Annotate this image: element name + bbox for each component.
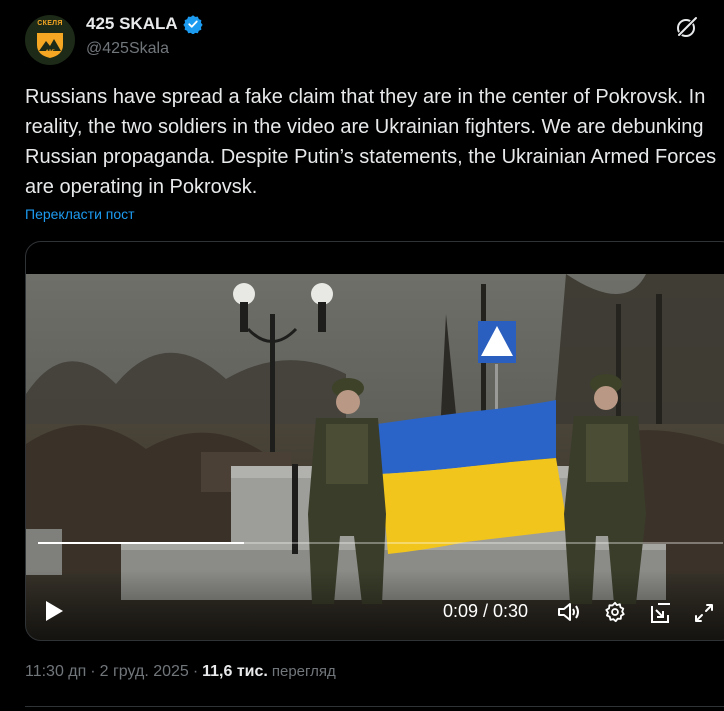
meta-separator: · xyxy=(192,663,199,680)
author-name-row: 425 SKALA xyxy=(86,14,203,34)
volume-button[interactable] xyxy=(557,601,581,628)
translate-post-link[interactable]: Перекласти пост xyxy=(25,206,135,222)
verified-badge-icon[interactable] xyxy=(182,14,203,34)
avatar-number: 425 xyxy=(45,50,56,56)
fullscreen-button[interactable] xyxy=(693,602,715,629)
video-progress-fill xyxy=(38,542,244,544)
video-player[interactable]: 0:09 / 0:30 xyxy=(25,241,724,641)
display-name[interactable]: 425 SKALA xyxy=(86,14,178,34)
gear-icon xyxy=(605,601,625,623)
pip-icon xyxy=(651,603,670,623)
play-icon xyxy=(46,601,63,621)
volume-icon xyxy=(558,603,579,621)
video-progress-bar[interactable] xyxy=(38,542,723,544)
tweet-date[interactable]: 2 груд. 2025 xyxy=(100,663,189,681)
tweet: СКЕЛЯ 425 425 SKALA @425Skala Russians h… xyxy=(0,0,724,711)
avatar-text: СКЕЛЯ xyxy=(37,20,63,27)
views-count: 11,6 тис. xyxy=(202,663,268,680)
tweet-time[interactable]: 11:30 дп xyxy=(25,663,86,681)
handle[interactable]: @425Skala xyxy=(86,40,169,58)
fullscreen-icon xyxy=(695,604,713,622)
picture-in-picture-button[interactable] xyxy=(649,601,673,630)
meta-separator: · xyxy=(90,663,96,680)
divider xyxy=(25,706,724,707)
tweet-text: Russians have spread a fake claim that t… xyxy=(25,86,717,198)
tweet-meta: 11:30 дп · 2 груд. 2025 · 11,6 тис. пере… xyxy=(25,663,336,681)
video-time: 0:09 / 0:30 xyxy=(443,601,529,621)
views-label: перегляд xyxy=(271,663,336,680)
play-button[interactable] xyxy=(44,600,64,627)
avatar[interactable]: СКЕЛЯ 425 xyxy=(25,15,75,65)
avatar-emblem-icon: 425 xyxy=(37,33,63,58)
settings-button[interactable] xyxy=(604,601,626,628)
grok-icon[interactable] xyxy=(674,14,700,40)
